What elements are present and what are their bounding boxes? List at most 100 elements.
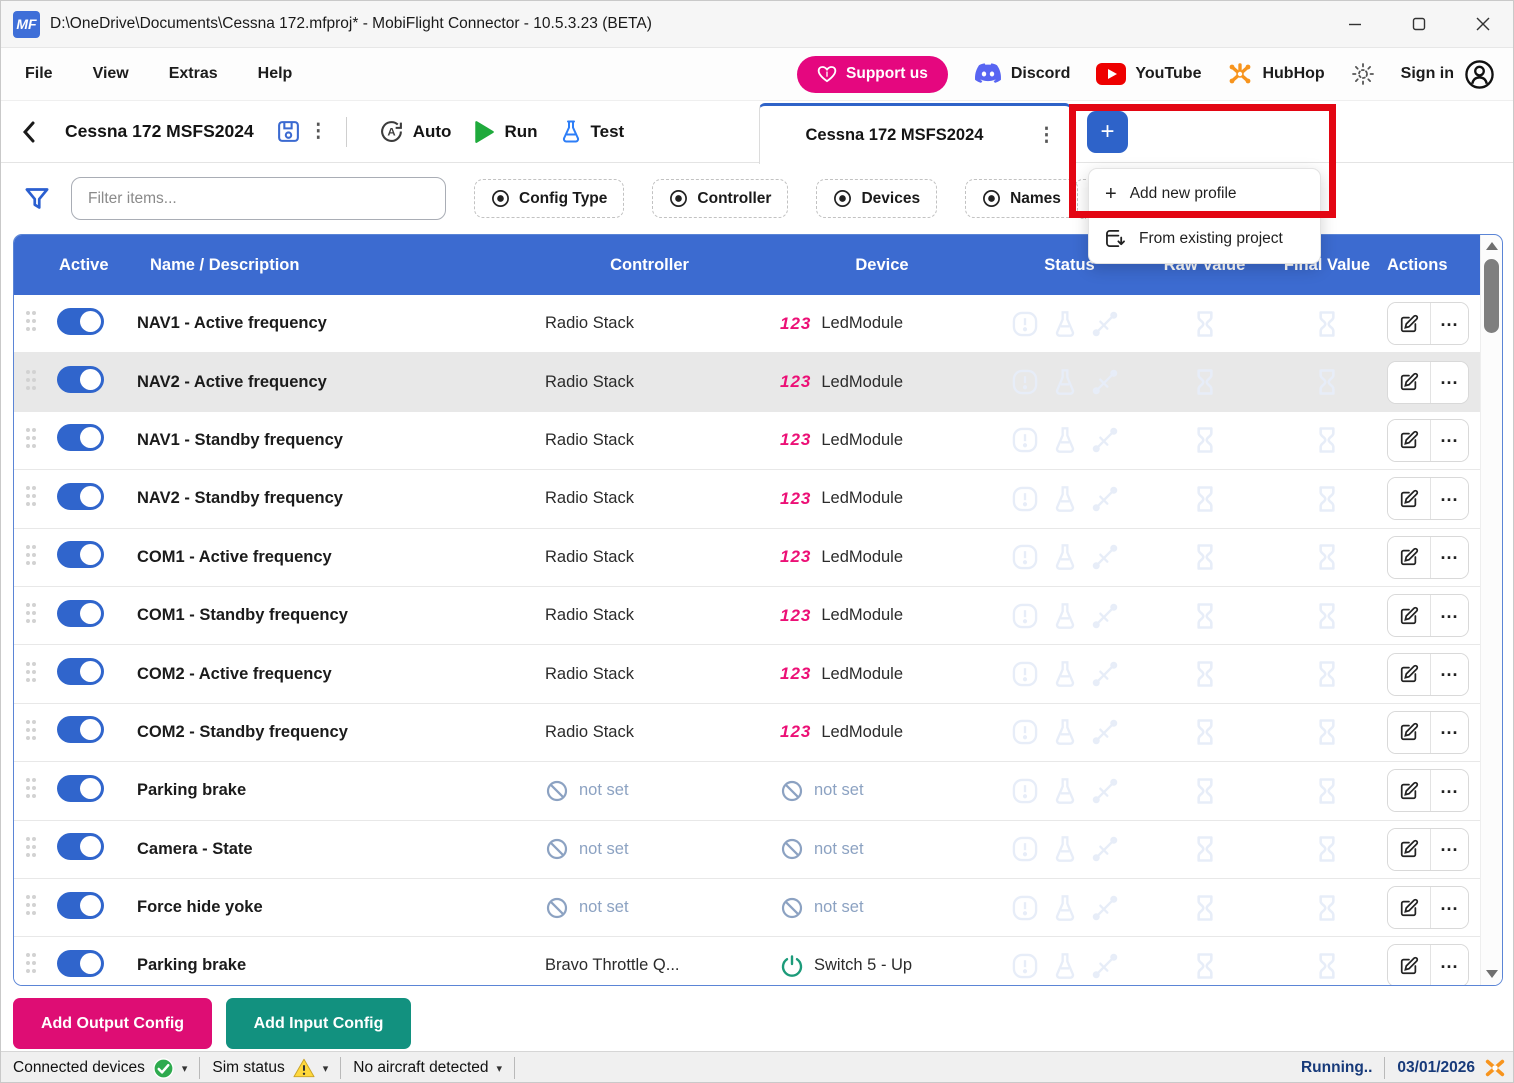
config-name[interactable]: Parking brake xyxy=(137,781,532,800)
config-name[interactable]: COM2 - Active frequency xyxy=(137,665,532,684)
more-actions-button[interactable]: ... xyxy=(1430,595,1468,636)
edit-config-button[interactable] xyxy=(1388,537,1430,578)
active-toggle[interactable] xyxy=(57,308,104,335)
more-actions-button[interactable]: ... xyxy=(1430,420,1468,461)
active-toggle[interactable] xyxy=(57,716,104,743)
more-actions-button[interactable]: ... xyxy=(1430,362,1468,403)
hubhop-link[interactable]: HubHop xyxy=(1227,62,1324,86)
config-name[interactable]: COM1 - Active frequency xyxy=(137,548,532,567)
aircraft-status[interactable]: No aircraft detected ▾ xyxy=(341,1059,514,1077)
close-button[interactable] xyxy=(1451,1,1514,47)
save-icon[interactable] xyxy=(276,119,301,144)
edit-config-button[interactable] xyxy=(1388,829,1430,870)
config-name[interactable]: Force hide yoke xyxy=(137,898,532,917)
project-kebab-icon[interactable]: ⋮ xyxy=(301,118,336,145)
edit-config-button[interactable] xyxy=(1388,362,1430,403)
sign-in-button[interactable]: Sign in xyxy=(1401,59,1495,90)
drag-handle-icon[interactable] xyxy=(24,600,38,626)
menu-item-add-new-profile[interactable]: + Add new profile xyxy=(1089,171,1320,216)
filter-chip-config-type[interactable]: Config Type xyxy=(474,179,624,218)
drag-handle-icon[interactable] xyxy=(24,892,38,918)
drag-handle-icon[interactable] xyxy=(24,308,38,334)
drag-handle-icon[interactable] xyxy=(24,367,38,393)
scroll-down-icon[interactable] xyxy=(1486,970,1498,978)
support-us-button[interactable]: Support us xyxy=(797,56,948,93)
drag-handle-icon[interactable] xyxy=(24,483,38,509)
edit-config-button[interactable] xyxy=(1388,770,1430,811)
active-toggle[interactable] xyxy=(57,483,104,510)
menu-help[interactable]: Help xyxy=(242,59,309,89)
tab-kebab-icon[interactable]: ⋮ xyxy=(1029,122,1064,149)
maximize-button[interactable] xyxy=(1387,1,1451,47)
drag-handle-icon[interactable] xyxy=(24,542,38,568)
edit-config-button[interactable] xyxy=(1388,654,1430,695)
edit-config-button[interactable] xyxy=(1388,478,1430,519)
config-name[interactable]: NAV2 - Standby frequency xyxy=(137,489,532,508)
menu-item-from-existing-project[interactable]: From existing project xyxy=(1089,216,1320,261)
config-name[interactable]: NAV1 - Active frequency xyxy=(137,314,532,333)
drag-handle-icon[interactable] xyxy=(24,659,38,685)
run-button[interactable]: Run xyxy=(473,120,537,144)
active-toggle[interactable] xyxy=(57,541,104,568)
add-profile-button[interactable]: + xyxy=(1087,111,1128,153)
auto-toggle[interactable]: A Auto xyxy=(379,119,452,144)
youtube-link[interactable]: YouTube xyxy=(1096,63,1201,85)
edit-config-button[interactable] xyxy=(1388,420,1430,461)
edit-config-button[interactable] xyxy=(1388,303,1430,344)
filter-chip-controller[interactable]: Controller xyxy=(652,179,788,218)
drag-handle-icon[interactable] xyxy=(24,425,38,451)
back-icon[interactable] xyxy=(21,120,37,144)
discord-link[interactable]: Discord xyxy=(974,63,1071,85)
active-toggle[interactable] xyxy=(57,424,104,451)
edit-config-button[interactable] xyxy=(1388,945,1430,986)
edit-config-button[interactable] xyxy=(1388,595,1430,636)
add-output-config-button[interactable]: Add Output Config xyxy=(13,998,212,1049)
scroll-up-icon[interactable] xyxy=(1486,242,1498,250)
minimize-button[interactable] xyxy=(1323,1,1387,47)
more-actions-button[interactable]: ... xyxy=(1430,712,1468,753)
status-alert-icon xyxy=(1011,543,1039,571)
active-toggle[interactable] xyxy=(57,600,104,627)
active-toggle[interactable] xyxy=(57,366,104,393)
filter-chip-names[interactable]: Names xyxy=(965,179,1078,218)
edit-config-button[interactable] xyxy=(1388,887,1430,928)
more-actions-button[interactable]: ... xyxy=(1430,537,1468,578)
more-actions-button[interactable]: ... xyxy=(1430,770,1468,811)
menu-file[interactable]: File xyxy=(9,59,69,89)
filter-chip-devices[interactable]: Devices xyxy=(816,179,937,218)
more-actions-button[interactable]: ... xyxy=(1430,478,1468,519)
ellipsis-icon: ... xyxy=(1440,602,1458,623)
config-name[interactable]: Parking brake xyxy=(137,956,532,975)
filter-items-input[interactable] xyxy=(71,177,446,220)
menu-view[interactable]: View xyxy=(77,59,145,89)
drag-handle-icon[interactable] xyxy=(24,717,38,743)
more-actions-button[interactable]: ... xyxy=(1430,303,1468,344)
scrollbar-thumb[interactable] xyxy=(1484,259,1499,333)
active-toggle[interactable] xyxy=(57,892,104,919)
active-toggle[interactable] xyxy=(57,658,104,685)
theme-toggle-icon[interactable] xyxy=(1351,62,1375,86)
config-name[interactable]: NAV2 - Active frequency xyxy=(137,373,532,392)
drag-handle-icon[interactable] xyxy=(24,950,38,976)
drag-handle-icon[interactable] xyxy=(24,834,38,860)
drag-handle-icon[interactable] xyxy=(24,775,38,801)
add-input-config-button[interactable]: Add Input Config xyxy=(226,998,411,1049)
config-name[interactable]: NAV1 - Standby frequency xyxy=(137,431,532,450)
tab-cessna-172-msfs2024[interactable]: Cessna 172 MSFS2024 ⋮ xyxy=(759,103,1071,164)
test-button[interactable]: Test xyxy=(560,119,625,144)
sim-status[interactable]: Sim status ▾ xyxy=(200,1058,340,1078)
more-actions-button[interactable]: ... xyxy=(1430,654,1468,695)
config-name[interactable]: COM1 - Standby frequency xyxy=(137,606,532,625)
more-actions-button[interactable]: ... xyxy=(1430,945,1468,986)
active-toggle[interactable] xyxy=(57,775,104,802)
active-toggle[interactable] xyxy=(57,950,104,977)
more-actions-button[interactable]: ... xyxy=(1430,829,1468,870)
config-name[interactable]: Camera - State xyxy=(137,840,532,859)
connected-devices-status[interactable]: Connected devices ▾ xyxy=(1,1058,199,1079)
vertical-scrollbar[interactable] xyxy=(1480,235,1502,985)
edit-config-button[interactable] xyxy=(1388,712,1430,753)
more-actions-button[interactable]: ... xyxy=(1430,887,1468,928)
config-name[interactable]: COM2 - Standby frequency xyxy=(137,723,532,742)
active-toggle[interactable] xyxy=(57,833,104,860)
menu-extras[interactable]: Extras xyxy=(153,59,234,89)
